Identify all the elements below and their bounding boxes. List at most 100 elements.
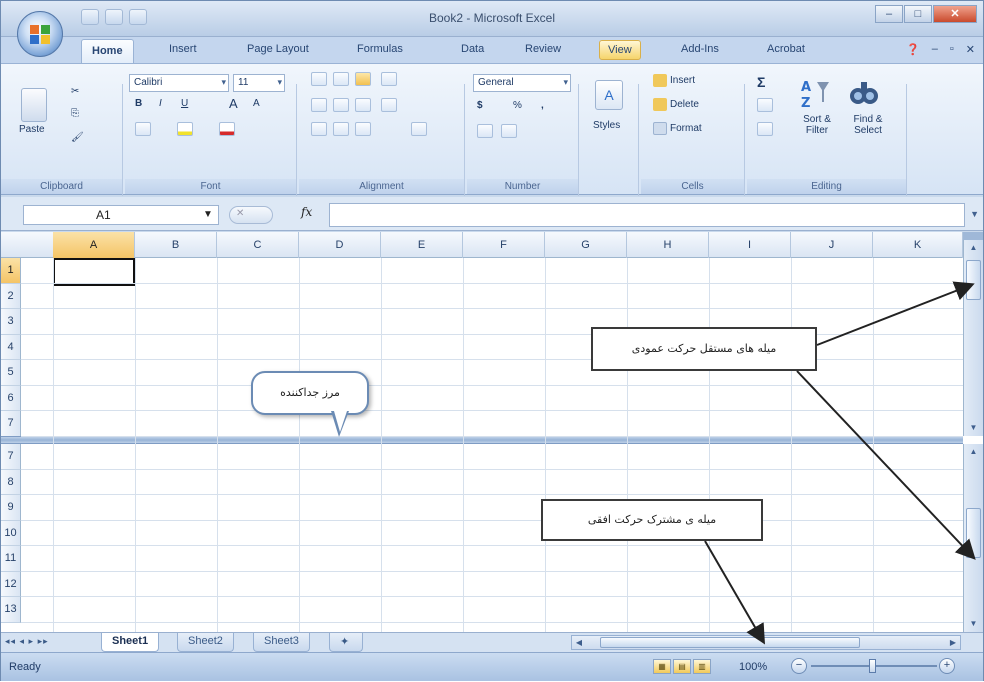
- text-direction-icon[interactable]: [411, 122, 427, 136]
- workbook-restore-icon[interactable]: ▫: [950, 43, 954, 56]
- font-size-select[interactable]: 11: [233, 74, 285, 92]
- format-cells-button[interactable]: Format: [653, 122, 702, 135]
- font-color-icon[interactable]: [219, 122, 235, 136]
- workbook-minimize-icon[interactable]: –: [932, 43, 938, 56]
- scroll-up-icon[interactable]: ▲: [964, 240, 983, 256]
- tab-formulas[interactable]: Formulas: [357, 43, 403, 55]
- autosum-button[interactable]: Σ: [757, 74, 765, 90]
- align-center-icon[interactable]: [333, 98, 349, 112]
- insert-cells-button[interactable]: Insert: [653, 74, 695, 87]
- sheet-nav-buttons[interactable]: ◂◂ ◂ ▸ ▸▸: [5, 636, 49, 647]
- orientation-icon[interactable]: [381, 72, 397, 86]
- align-left-icon[interactable]: [311, 98, 327, 112]
- fill-color-icon[interactable]: [177, 122, 193, 136]
- column-header[interactable]: H: [627, 232, 709, 258]
- align-middle-icon[interactable]: [333, 72, 349, 86]
- paste-icon[interactable]: [21, 88, 47, 122]
- paste-button[interactable]: Paste: [19, 124, 45, 135]
- tab-review[interactable]: Review: [525, 43, 561, 55]
- tab-home[interactable]: Home: [81, 39, 134, 64]
- decrease-indent-icon[interactable]: [311, 122, 327, 136]
- office-button[interactable]: [17, 11, 63, 57]
- scroll-right-icon[interactable]: ▶: [946, 636, 960, 649]
- column-header[interactable]: J: [791, 232, 873, 258]
- row-header[interactable]: 1: [1, 258, 21, 284]
- zoom-in-button[interactable]: +: [939, 658, 955, 674]
- row-header[interactable]: 7: [1, 444, 21, 470]
- sheet-tab-2[interactable]: Sheet2: [177, 633, 234, 652]
- worksheet-grid[interactable]: ABCDEFGHIJK 1234567 7 8 9 10 11 12 13 ▲ ▼ ▲ ▼: [1, 232, 983, 632]
- vertical-scroll-thumb-bottom[interactable]: [966, 508, 981, 558]
- formula-controls[interactable]: ✕: [229, 206, 273, 224]
- font-name-select[interactable]: Calibri: [129, 74, 229, 92]
- column-header[interactable]: C: [217, 232, 299, 258]
- row-header[interactable]: 9: [1, 495, 21, 521]
- scroll-up-icon[interactable]: ▲: [964, 444, 983, 460]
- merge-center-icon[interactable]: [355, 122, 371, 136]
- tab-data[interactable]: Data: [461, 43, 484, 55]
- currency-button[interactable]: $: [477, 100, 483, 111]
- help-icon[interactable]: ❓: [906, 43, 920, 56]
- workbook-close-icon[interactable]: ✕: [966, 43, 975, 56]
- copy-icon[interactable]: ⎘: [71, 108, 79, 119]
- row-header[interactable]: 2: [1, 283, 21, 309]
- name-box-dropdown-icon[interactable]: ▼: [203, 209, 213, 220]
- minimize-button[interactable]: –: [875, 5, 903, 23]
- vertical-scroll-thumb-top[interactable]: [966, 260, 981, 300]
- styles-icon[interactable]: A: [595, 80, 623, 110]
- borders-icon[interactable]: [135, 122, 151, 136]
- row-header[interactable]: 3: [1, 309, 21, 335]
- column-header[interactable]: F: [463, 232, 545, 258]
- scroll-left-icon[interactable]: ◀: [572, 636, 586, 649]
- fill-icon[interactable]: [757, 98, 773, 112]
- pane-splitter[interactable]: [1, 436, 963, 444]
- insert-sheet-icon[interactable]: ✦: [329, 633, 363, 652]
- underline-button[interactable]: U: [181, 98, 188, 109]
- scroll-down-icon[interactable]: ▼: [964, 616, 983, 632]
- horizontal-scroll-thumb[interactable]: [600, 637, 860, 648]
- increase-indent-icon[interactable]: [333, 122, 349, 136]
- column-header[interactable]: I: [709, 232, 791, 258]
- vertical-scrollbar-top[interactable]: ▲ ▼: [963, 240, 983, 436]
- row-header[interactable]: 11: [1, 546, 21, 572]
- number-format-select[interactable]: General: [473, 74, 571, 92]
- sort-filter-button[interactable]: Sort & Filter: [793, 114, 841, 136]
- normal-view-icon[interactable]: ▦: [653, 659, 671, 674]
- expand-formula-bar-icon[interactable]: ▼: [970, 209, 979, 219]
- row-header[interactable]: 4: [1, 334, 21, 360]
- row-header[interactable]: 7: [1, 411, 21, 437]
- row-header[interactable]: 5: [1, 360, 21, 386]
- column-header[interactable]: B: [135, 232, 217, 258]
- tab-insert[interactable]: Insert: [169, 43, 197, 55]
- vertical-scrollbar-bottom[interactable]: ▲ ▼: [963, 444, 983, 632]
- column-header[interactable]: E: [381, 232, 463, 258]
- zoom-level[interactable]: 100%: [739, 661, 767, 673]
- comma-button[interactable]: ,: [541, 100, 544, 111]
- decrease-decimal-icon[interactable]: [501, 124, 517, 138]
- delete-cells-button[interactable]: Delete: [653, 98, 699, 111]
- name-box[interactable]: A1: [23, 205, 219, 225]
- split-box[interactable]: [963, 232, 983, 240]
- page-layout-view-icon[interactable]: ▤: [673, 659, 691, 674]
- tab-view[interactable]: View: [599, 40, 641, 60]
- row-header[interactable]: 8: [1, 469, 21, 495]
- sheet-tab-3[interactable]: Sheet3: [253, 633, 310, 652]
- row-header[interactable]: 12: [1, 571, 21, 597]
- shrink-font-button[interactable]: A: [253, 98, 260, 109]
- increase-decimal-icon[interactable]: [477, 124, 493, 138]
- horizontal-scrollbar[interactable]: ◀ ▶: [571, 635, 961, 650]
- align-top-icon[interactable]: [311, 72, 327, 86]
- tab-page-layout[interactable]: Page Layout: [247, 43, 309, 55]
- tab-acrobat[interactable]: Acrobat: [767, 43, 805, 55]
- tab-add-ins[interactable]: Add-Ins: [681, 43, 719, 55]
- align-bottom-icon[interactable]: [355, 72, 371, 86]
- align-right-icon[interactable]: [355, 98, 371, 112]
- formula-input[interactable]: [329, 203, 965, 227]
- sort-filter-icon[interactable]: AZ: [799, 76, 833, 111]
- column-header[interactable]: D: [299, 232, 381, 258]
- cut-icon[interactable]: ✂: [71, 86, 79, 97]
- row-header[interactable]: 10: [1, 520, 21, 546]
- wrap-text-icon[interactable]: [381, 98, 397, 112]
- zoom-slider-thumb[interactable]: [869, 659, 876, 673]
- format-painter-icon[interactable]: 🖌: [71, 132, 84, 143]
